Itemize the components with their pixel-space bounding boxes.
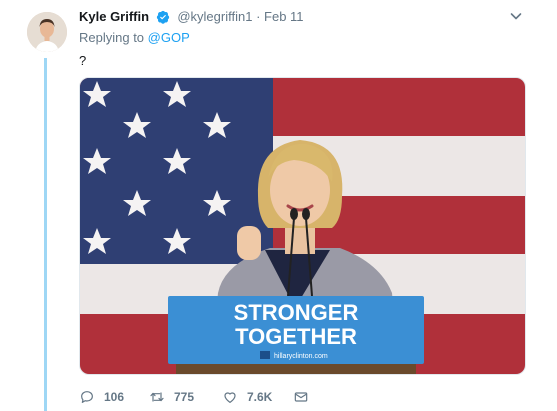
tweet-header: Kyle Griffin @kylegriffin1 · Feb 11 [79, 9, 304, 25]
avatar-image [27, 12, 67, 52]
like-button[interactable]: 7.6K [222, 388, 272, 406]
header-separator: · [256, 9, 261, 24]
heart-icon [224, 392, 236, 403]
like-count: 7.6K [247, 390, 273, 404]
tweet-media-photo[interactable]: STRONGER TOGETHER hillaryclinton.com [79, 77, 526, 375]
avatar[interactable] [27, 12, 67, 52]
direct-message-button[interactable] [293, 388, 318, 406]
podium-line-2: TOGETHER [235, 324, 357, 349]
reply-button[interactable]: 106 [79, 388, 124, 406]
replying-to-label: Replying to [79, 30, 145, 45]
author-handle[interactable]: @kylegriffin1 [177, 9, 252, 24]
retweet-icon [150, 392, 164, 402]
reply-count: 106 [104, 390, 125, 404]
reply-mention-link[interactable]: @GOP [148, 30, 190, 45]
verified-badge-icon [156, 10, 169, 24]
chevron-down-icon[interactable] [509, 9, 523, 23]
author-name[interactable]: Kyle Griffin [79, 9, 149, 24]
replying-to: Replying to @GOP [79, 30, 190, 45]
podium-line-1: STRONGER [234, 300, 359, 325]
photo-image: STRONGER TOGETHER hillaryclinton.com [80, 78, 525, 374]
retweet-button[interactable]: 775 [149, 388, 194, 406]
envelope-icon [294, 392, 308, 402]
thread-connector-line [44, 58, 47, 411]
reply-icon [81, 391, 93, 403]
tweet-date[interactable]: Feb 11 [264, 9, 304, 24]
podium-url: hillaryclinton.com [274, 353, 328, 360]
tweet-text: ? [79, 53, 87, 68]
retweet-count: 775 [174, 390, 195, 404]
